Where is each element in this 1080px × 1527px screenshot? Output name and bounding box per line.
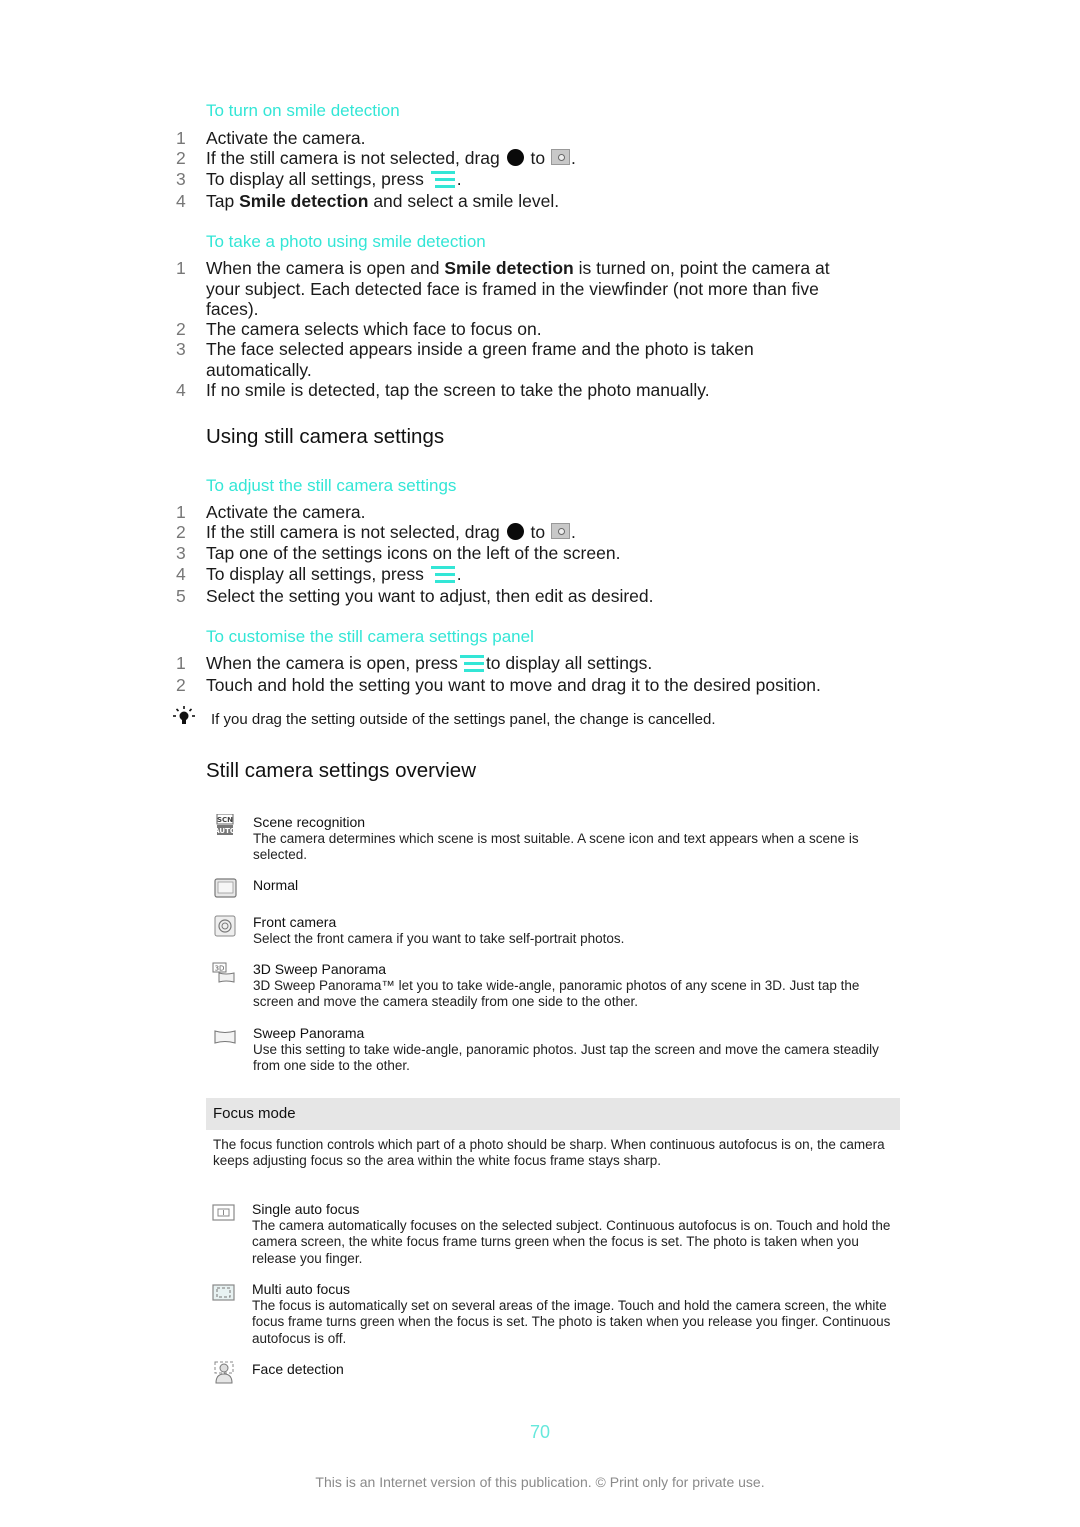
step-text: Touch and hold the setting you want to m…: [206, 675, 821, 695]
focus-mode-description: The focus function controls which part o…: [213, 1137, 885, 1169]
footer-notice: This is an Internet version of this publ…: [315, 1474, 765, 1490]
step-number: 1: [176, 258, 186, 278]
step-text: To display all settings, press .: [206, 169, 846, 190]
step-number: 2: [176, 675, 186, 695]
menu-icon: [430, 171, 455, 189]
step-text-mid: to: [530, 148, 546, 168]
face-detection-icon: [211, 1361, 237, 1384]
step-text: Activate the camera.: [206, 128, 366, 148]
scene-recognition-icon: SCN AUTO: [212, 813, 238, 836]
step-text: Tap Smile detection and select a smile l…: [206, 191, 846, 212]
step-text-pre: Tap: [206, 191, 235, 211]
step-text-bold: Smile detection: [444, 258, 574, 278]
step-number: 2: [176, 522, 186, 542]
step-number: 1: [176, 128, 186, 148]
setting-description: The camera automatically focuses on the …: [252, 1218, 891, 1266]
step-text: Select the setting you want to adjust, t…: [206, 586, 654, 606]
svg-text:AUTO: AUTO: [214, 827, 236, 835]
setting-title: Scene recognition: [253, 814, 366, 830]
setting-title: Normal: [253, 877, 299, 893]
step-text-pre: If the still camera is not selected, dra…: [206, 148, 500, 168]
normal-icon: [212, 877, 238, 899]
heading-still-camera-settings-overview: Still camera settings overview: [206, 759, 477, 782]
setting-description: Use this setting to take wide-angle, pan…: [253, 1042, 879, 1074]
step-number: 5: [176, 586, 186, 606]
subheading-customise-settings-panel: To customise the still camera settings p…: [206, 627, 534, 646]
step-number: 3: [176, 169, 186, 189]
step-text: When the camera is open and Smile detect…: [206, 258, 846, 320]
setting-title: Front camera: [253, 914, 337, 930]
setting-title: Single auto focus: [252, 1201, 360, 1217]
step-text: Activate the camera.: [206, 502, 366, 522]
menu-icon: [459, 655, 484, 673]
heading-using-still-camera-settings: Using still camera settings: [206, 425, 445, 448]
step-text-post: .: [570, 522, 576, 542]
page-number: 70: [529, 1422, 551, 1442]
step-text-bold: Smile detection: [239, 191, 369, 211]
step-text-pre: When the camera is open, press: [206, 653, 458, 673]
subheading-adjust-still-camera-settings: To adjust the still camera settings: [206, 476, 457, 495]
setting-title: Multi auto focus: [252, 1281, 351, 1297]
single-auto-focus-icon: [211, 1201, 237, 1223]
setting-title: Face detection: [252, 1361, 344, 1377]
step-text-post: to display all settings.: [485, 653, 653, 673]
focus-mode-header: Focus mode: [206, 1098, 900, 1130]
step-text-mid: to: [530, 522, 546, 542]
drag-handle-icon: [506, 523, 524, 540]
multi-auto-focus-icon: [211, 1281, 237, 1303]
3d-sweep-panorama-icon: 3D: [212, 961, 238, 983]
step-text: If the still camera is not selected, dra…: [206, 522, 846, 543]
step-number: 4: [176, 380, 186, 400]
setting-title: Sweep Panorama: [253, 1025, 365, 1041]
step-text-post: .: [456, 169, 462, 189]
step-text: The face selected appears inside a green…: [206, 339, 754, 380]
setting-description: Select the front camera if you want to t…: [253, 931, 625, 946]
step-number: 1: [176, 653, 186, 673]
still-camera-icon: [550, 523, 570, 539]
step-text-post: and select a smile level.: [373, 191, 560, 211]
step-text-post: .: [456, 564, 462, 584]
step-number: 2: [176, 319, 186, 339]
step-text: The camera selects which face to focus o…: [206, 319, 542, 339]
menu-icon: [430, 566, 455, 584]
setting-description: The focus is automatically set on severa…: [252, 1298, 891, 1346]
step-text: If the still camera is not selected, dra…: [206, 148, 846, 169]
svg-text:3D: 3D: [215, 965, 225, 973]
drag-handle-icon: [506, 149, 524, 166]
step-number: 3: [176, 543, 186, 563]
subheading-take-photo-smile-detection: To take a photo using smile detection: [206, 232, 486, 251]
step-number: 2: [176, 148, 186, 168]
step-text: When the camera is open, press to display…: [206, 653, 846, 674]
subheading-turn-on-smile-detection: To turn on smile detection: [206, 101, 400, 120]
step-text-pre: When the camera is open and: [206, 258, 440, 278]
front-camera-icon: [212, 914, 238, 937]
step-number: 4: [176, 191, 186, 211]
setting-description: 3D Sweep Panorama™ let you to take wide-…: [253, 978, 860, 1010]
svg-text:SCN: SCN: [217, 816, 233, 824]
step-number: 3: [176, 339, 186, 359]
sweep-panorama-icon: [212, 1025, 238, 1047]
setting-title: 3D Sweep Panorama: [253, 961, 387, 977]
step-text: To display all settings, press .: [206, 564, 846, 585]
step-number: 4: [176, 564, 186, 584]
step-text-post: .: [570, 148, 576, 168]
step-text-pre: If the still camera is not selected, dra…: [206, 522, 500, 542]
step-text-pre: To display all settings, press: [206, 169, 424, 189]
step-text: If no smile is detected, tap the screen …: [206, 380, 710, 400]
tip-lightbulb-icon: [172, 706, 196, 728]
setting-description: The camera determines which scene is mos…: [253, 831, 859, 863]
step-text-pre: To display all settings, press: [206, 564, 424, 584]
step-number: 1: [176, 502, 186, 522]
step-text: Tap one of the settings icons on the lef…: [206, 543, 621, 563]
focus-mode-title: Focus mode: [213, 1105, 296, 1122]
still-camera-icon: [550, 149, 570, 165]
tip-text: If you drag the setting outside of the s…: [211, 711, 716, 728]
